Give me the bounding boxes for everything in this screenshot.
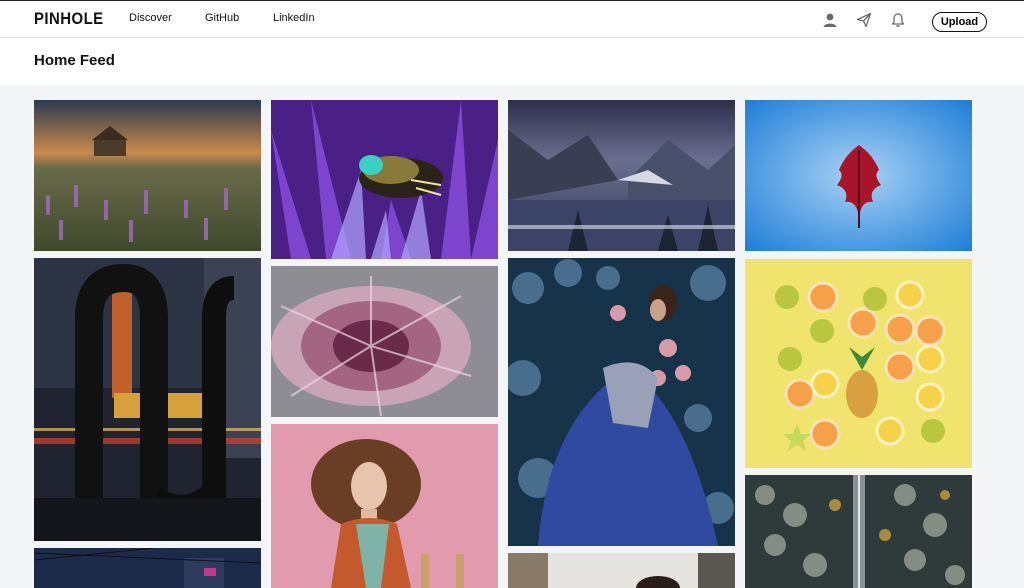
photo-card[interactable] <box>745 259 972 468</box>
photo-card[interactable] <box>34 548 261 588</box>
top-navbar: PINHOLE Discover GitHub LinkedIn Upload <box>0 0 1024 38</box>
logo[interactable]: PINHOLE <box>34 9 104 29</box>
nav-linkedin[interactable]: LinkedIn <box>273 12 315 24</box>
photo-card[interactable] <box>271 100 498 259</box>
send-icon[interactable] <box>856 12 872 28</box>
photo-card[interactable] <box>271 424 498 588</box>
page-title: Home Feed <box>34 52 115 69</box>
nav-github[interactable]: GitHub <box>205 12 239 24</box>
photo-card[interactable] <box>745 100 972 251</box>
photo-card[interactable] <box>34 100 261 251</box>
bell-icon[interactable] <box>890 12 906 28</box>
photo-card[interactable] <box>508 258 735 546</box>
photo-card[interactable] <box>745 475 972 588</box>
upload-button[interactable]: Upload <box>932 12 987 32</box>
photo-card[interactable] <box>271 266 498 417</box>
page-header: Home Feed <box>0 38 1024 85</box>
photo-card[interactable] <box>508 100 735 251</box>
photo-card[interactable] <box>34 258 261 541</box>
user-icon[interactable] <box>822 12 838 28</box>
photo-card[interactable] <box>508 553 735 588</box>
nav-discover[interactable]: Discover <box>129 12 172 24</box>
